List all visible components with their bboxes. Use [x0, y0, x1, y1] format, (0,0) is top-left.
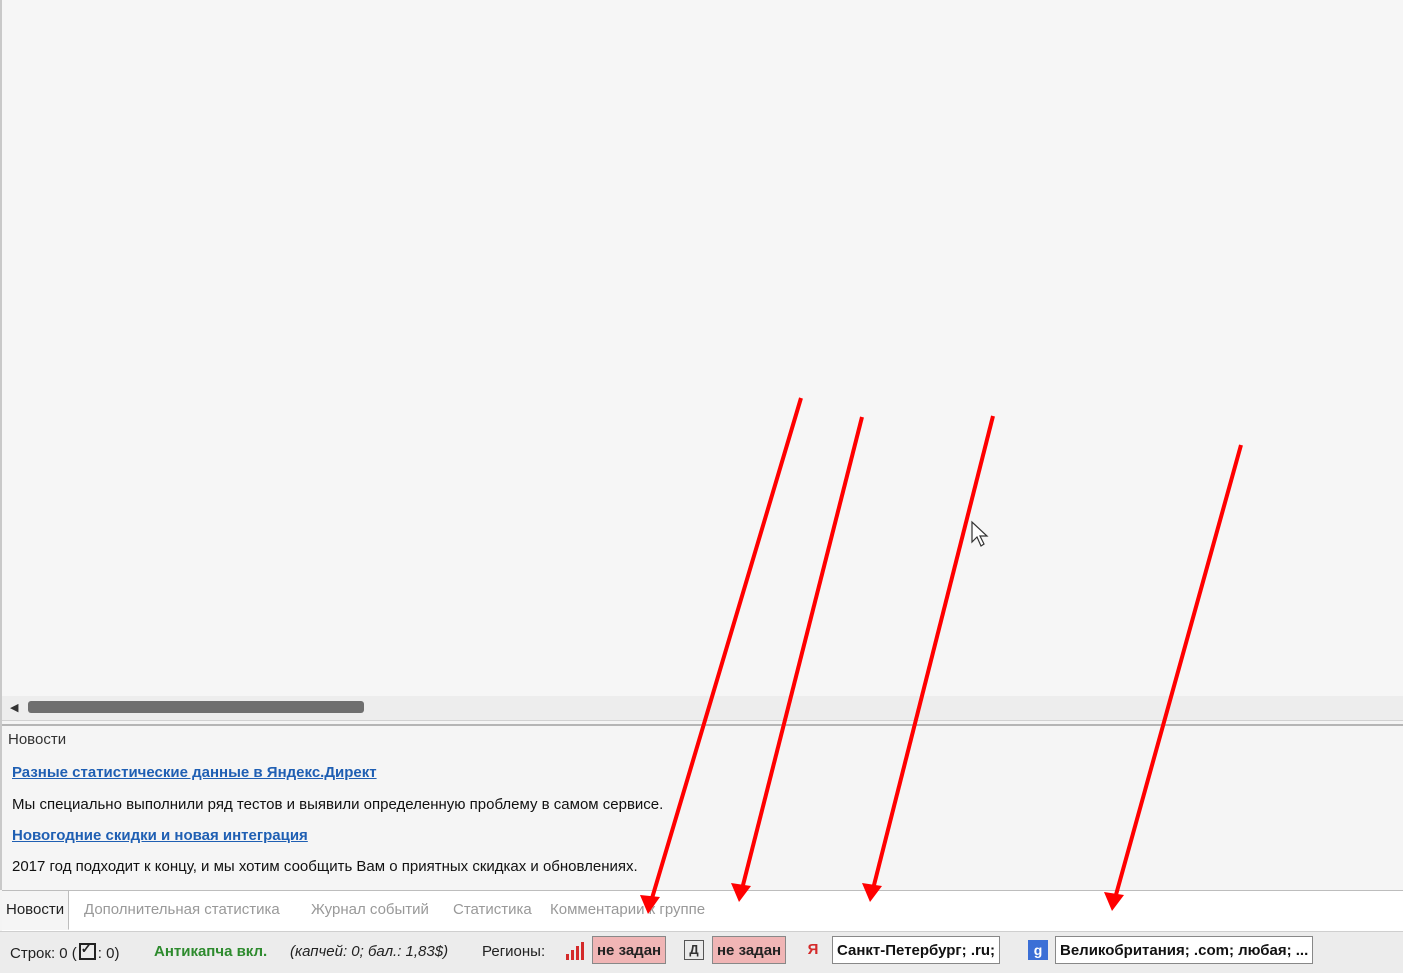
tab-additional-statistics[interactable]: Дополнительная статистика [84, 901, 280, 918]
cursor-icon [971, 520, 989, 547]
scrollbar-thumb[interactable] [28, 701, 364, 713]
region-selector-google[interactable]: Великобритания; .com; любая; ... [1055, 936, 1314, 964]
rows-counter-suffix: : 0) [97, 945, 120, 962]
rows-counter-prefix: Строк: 0 ( [10, 945, 77, 962]
news-text-1: Мы специально выполнили ряд тестов и выя… [12, 796, 664, 813]
horizontal-scrollbar[interactable]: ◀ [2, 696, 1403, 721]
news-link-2[interactable]: Новогодние скидки и новая интеграция [12, 827, 308, 844]
main-content-area [2, 0, 1403, 696]
google-icon: g [1028, 940, 1048, 960]
region-selector-1[interactable]: не задан [592, 936, 667, 964]
regions-label: Регионы: [482, 943, 546, 960]
news-panel-title: Новости [8, 731, 67, 748]
tab-event-log[interactable]: Журнал событий [311, 901, 429, 918]
status-bar: Строк: 0 ( : 0) Антикапча вкл. (капчей: 0… [0, 931, 1403, 973]
news-text-2: 2017 год подходит к концу, и мы хотим со… [12, 858, 638, 875]
region-selector-2[interactable]: не задан [712, 936, 787, 964]
scroll-left-arrow-icon[interactable]: ◀ [10, 701, 18, 714]
tab-group-comments[interactable]: Комментарии к группе [550, 901, 705, 918]
checkbox-icon [78, 941, 96, 960]
bottom-tab-bar: Новости Дополнительная статистика Журнал… [2, 890, 1403, 931]
tab-statistics[interactable]: Статистика [453, 901, 532, 918]
news-panel: Новости Разные статистические данные в Я… [2, 726, 1403, 890]
news-link-1[interactable]: Разные статистические данные в Яндекс.Ди… [12, 764, 377, 781]
document-icon: Д [684, 940, 704, 960]
yandex-icon: Я [807, 941, 819, 958]
anticaptcha-status[interactable]: Антикапча вкл. [154, 943, 267, 960]
tab-news[interactable]: Новости [2, 891, 70, 930]
anticaptcha-info: (капчей: 0; бал.: 1,83$) [290, 943, 449, 960]
bars-icon [565, 940, 585, 960]
region-selector-yandex[interactable]: Санкт-Петербург; .ru; [832, 936, 1000, 964]
rows-counter: Строк: 0 ( : 0) [10, 941, 120, 962]
